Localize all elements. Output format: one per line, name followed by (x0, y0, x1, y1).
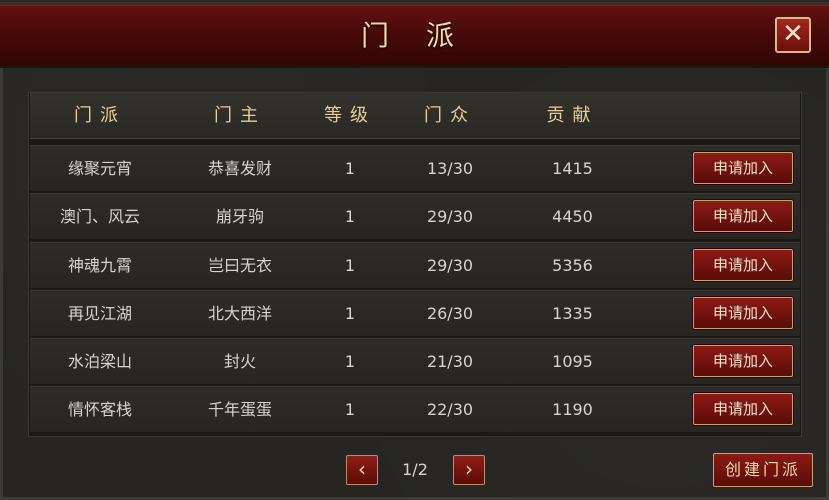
sect-name: 澳门、风云 (59, 207, 140, 226)
sect-level: 1 (344, 352, 356, 371)
window-title: 门 派 (361, 19, 468, 52)
table-header: 门派 门主 等级 门众 贡献 (30, 93, 800, 139)
sect-level: 1 (344, 256, 356, 275)
create-sect-button[interactable]: 创建门派 (713, 453, 813, 487)
table-row: 情怀客栈 千年蛋蛋 1 22/30 1190 申请加入 (30, 386, 800, 432)
sect-contribution: 1415 (552, 159, 593, 178)
sect-level: 1 (344, 207, 356, 226)
close-button[interactable]: ✕ (775, 17, 811, 53)
header-level: 等级 (324, 105, 376, 126)
sect-contribution: 1190 (552, 400, 593, 419)
sect-name: 情怀客栈 (67, 400, 132, 419)
sect-level: 1 (344, 304, 356, 323)
sect-name: 神魂九霄 (67, 256, 132, 275)
title-bar-rim (0, 0, 829, 6)
table-row: 水泊梁山 封火 1 21/30 1095 申请加入 (30, 338, 800, 384)
apply-join-button[interactable]: 申请加入 (693, 297, 793, 329)
header-leader: 门主 (214, 105, 266, 126)
sect-members: 13/30 (426, 159, 474, 178)
chevron-right-icon: › (465, 457, 473, 481)
header-contribution: 贡献 (546, 105, 599, 126)
table-row: 缘聚元宵 恭喜发财 1 13/30 1415 申请加入 (30, 145, 800, 191)
sect-members: 26/30 (426, 304, 474, 323)
sect-contribution: 4450 (552, 207, 593, 226)
next-page-button[interactable]: › (453, 455, 485, 485)
sect-contribution: 1335 (552, 304, 593, 323)
sect-level: 1 (344, 159, 356, 178)
sect-leader: 北大西洋 (207, 304, 272, 323)
sect-leader: 岂曰无衣 (207, 256, 272, 275)
sect-leader: 封火 (223, 352, 256, 371)
apply-join-button[interactable]: 申请加入 (693, 393, 793, 425)
close-icon: ✕ (782, 19, 804, 49)
prev-page-button[interactable]: ‹ (346, 455, 378, 485)
sect-leader: 恭喜发财 (207, 159, 272, 178)
apply-join-button[interactable]: 申请加入 (693, 152, 793, 184)
sect-leader: 崩牙驹 (215, 207, 264, 226)
apply-join-button[interactable]: 申请加入 (693, 249, 793, 281)
apply-join-button[interactable]: 申请加入 (693, 345, 793, 377)
chevron-left-icon: ‹ (358, 457, 366, 481)
sect-members: 22/30 (426, 400, 474, 419)
sect-name: 缘聚元宵 (67, 159, 132, 178)
table-row: 神魂九霄 岂曰无衣 1 29/30 5356 申请加入 (30, 242, 800, 288)
sect-members: 29/30 (426, 207, 474, 226)
header-sect: 门派 (74, 105, 126, 126)
header-members: 门众 (424, 105, 476, 126)
sect-members: 29/30 (426, 256, 474, 275)
sect-name: 水泊梁山 (67, 352, 132, 371)
table-row: 再见江湖 北大西洋 1 26/30 1335 申请加入 (30, 290, 800, 336)
sect-contribution: 1095 (552, 352, 593, 371)
sect-members: 21/30 (426, 352, 474, 371)
sect-contribution: 5356 (552, 256, 593, 275)
sect-leader: 千年蛋蛋 (207, 400, 272, 419)
table-row: 澳门、风云 崩牙驹 1 29/30 4450 申请加入 (30, 193, 800, 239)
apply-join-button[interactable]: 申请加入 (693, 200, 793, 232)
page-indicator: 1/2 (402, 460, 428, 479)
sect-level: 1 (344, 400, 356, 419)
sect-name: 再见江湖 (67, 304, 132, 323)
